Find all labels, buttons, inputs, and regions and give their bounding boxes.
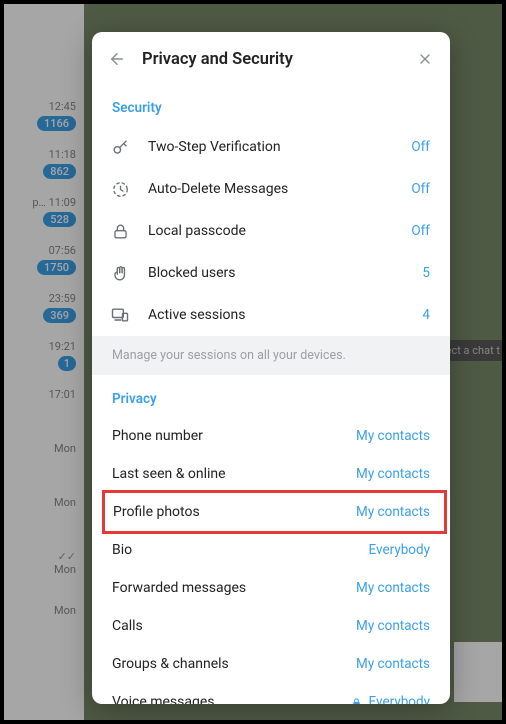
sessions-hint: Manage your sessions on all your devices… — [92, 336, 450, 375]
lock-small-icon — [351, 697, 362, 705]
row-local-passcode[interactable]: Local passcode Off — [92, 210, 450, 252]
row-value: 5 — [422, 265, 430, 281]
row-profile-photos[interactable]: Profile photos My contacts — [102, 490, 447, 534]
row-value: My contacts — [356, 428, 430, 444]
section-title-privacy: Privacy — [92, 375, 450, 417]
row-value: My contacts — [356, 618, 430, 634]
row-label: Two-Step Verification — [148, 139, 393, 155]
row-calls[interactable]: Calls My contacts — [92, 607, 450, 645]
back-button[interactable] — [106, 48, 128, 70]
row-label: Calls — [112, 618, 338, 634]
row-two-step-verification[interactable]: Two-Step Verification Off — [92, 126, 450, 168]
devices-icon — [110, 305, 130, 325]
row-label: Last seen & online — [112, 466, 338, 482]
row-value: My contacts — [356, 466, 430, 482]
row-value: Off — [411, 181, 430, 197]
row-voice[interactable]: Voice messages Everybody — [92, 683, 450, 704]
row-value: My contacts — [356, 656, 430, 672]
row-auto-delete[interactable]: Auto-Delete Messages Off — [92, 168, 450, 210]
row-label: Profile photos — [113, 504, 338, 520]
panel-title: Privacy and Security — [142, 50, 293, 69]
row-phone-number[interactable]: Phone number My contacts — [92, 417, 450, 455]
panel-header: Privacy and Security — [92, 32, 450, 84]
row-label: Blocked users — [148, 265, 404, 281]
key-icon — [110, 137, 130, 157]
hand-icon — [110, 263, 130, 283]
row-forwarded[interactable]: Forwarded messages My contacts — [92, 569, 450, 607]
row-value: Everybody — [369, 542, 430, 558]
row-value: Everybody — [351, 694, 430, 704]
panel-body: Security Two-Step Verification Off Auto-… — [92, 84, 450, 704]
row-label: Voice messages — [112, 694, 333, 704]
row-label: Active sessions — [148, 307, 404, 323]
row-blocked-users[interactable]: Blocked users 5 — [92, 252, 450, 294]
privacy-security-panel: Privacy and Security Security Two-Step V… — [92, 32, 450, 704]
section-title-security: Security — [92, 84, 450, 126]
row-value: My contacts — [356, 504, 430, 520]
row-value: 4 — [422, 307, 430, 323]
row-active-sessions[interactable]: Active sessions 4 — [92, 294, 450, 336]
row-bio[interactable]: Bio Everybody — [92, 531, 450, 569]
row-last-seen[interactable]: Last seen & online My contacts — [92, 455, 450, 493]
row-label: Bio — [112, 542, 351, 558]
row-label: Phone number — [112, 428, 338, 444]
lock-icon — [110, 221, 130, 241]
arrow-left-icon — [108, 50, 126, 68]
row-label: Forwarded messages — [112, 580, 338, 596]
row-value: Off — [411, 139, 430, 155]
row-value: Off — [411, 223, 430, 239]
timer-icon — [110, 179, 130, 199]
row-label: Auto-Delete Messages — [148, 181, 393, 197]
row-label: Local passcode — [148, 223, 393, 239]
row-value: My contacts — [356, 580, 430, 596]
row-groups[interactable]: Groups & channels My contacts — [92, 645, 450, 683]
row-label: Groups & channels — [112, 656, 338, 672]
close-icon — [417, 51, 433, 67]
close-button[interactable] — [414, 48, 436, 70]
